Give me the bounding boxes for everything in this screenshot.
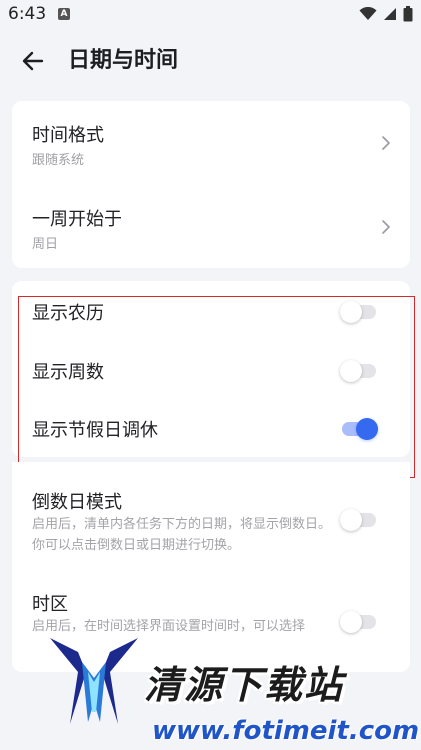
- page-title: 日期与时间: [68, 48, 179, 73]
- battery-icon: [403, 6, 413, 22]
- setting-title: 时区: [32, 594, 68, 615]
- watermark: 清源下载站 www.fotimeit.com: [40, 628, 421, 750]
- setting-value: 周日: [32, 237, 59, 252]
- format-settings-card: 时间格式 跟随系统 一周开始于 周日: [12, 101, 410, 268]
- arrow-left-icon: [22, 51, 44, 71]
- setting-title: 一周开始于: [32, 209, 122, 230]
- setting-title: 倒数日模式: [32, 492, 122, 513]
- setting-description: 启用后，清单内各任务下方的日期，将显示倒数日。你可以点击倒数日或日期进行切换。: [32, 517, 332, 553]
- signal-icon: [384, 8, 396, 20]
- status-bar: 6:43 A: [0, 0, 421, 30]
- highlight-box: [18, 296, 415, 478]
- setting-value: 跟随系统: [32, 153, 85, 168]
- setting-title: 时间格式: [32, 125, 104, 146]
- setting-time-format[interactable]: 时间格式 跟随系统: [12, 101, 410, 185]
- countdown-mode-toggle[interactable]: [340, 508, 380, 532]
- watermark-name: 清源下载站: [144, 663, 345, 707]
- status-icons: [359, 6, 413, 22]
- back-button[interactable]: [18, 46, 48, 76]
- chevron-right-icon: [382, 220, 390, 234]
- setting-week-start[interactable]: 一周开始于 周日: [12, 185, 410, 268]
- watermark-logo-icon: [50, 638, 138, 724]
- status-time: 6:43: [8, 4, 47, 24]
- chevron-right-icon: [382, 136, 390, 150]
- setting-countdown-mode: 倒数日模式 启用后，清单内各任务下方的日期，将显示倒数日。你可以点击倒数日或日期…: [12, 462, 410, 574]
- wifi-icon: [359, 7, 377, 20]
- app-header: 日期与时间: [0, 40, 421, 84]
- notification-icon: A: [58, 8, 70, 20]
- watermark-url: www.fotimeit.com: [152, 716, 420, 746]
